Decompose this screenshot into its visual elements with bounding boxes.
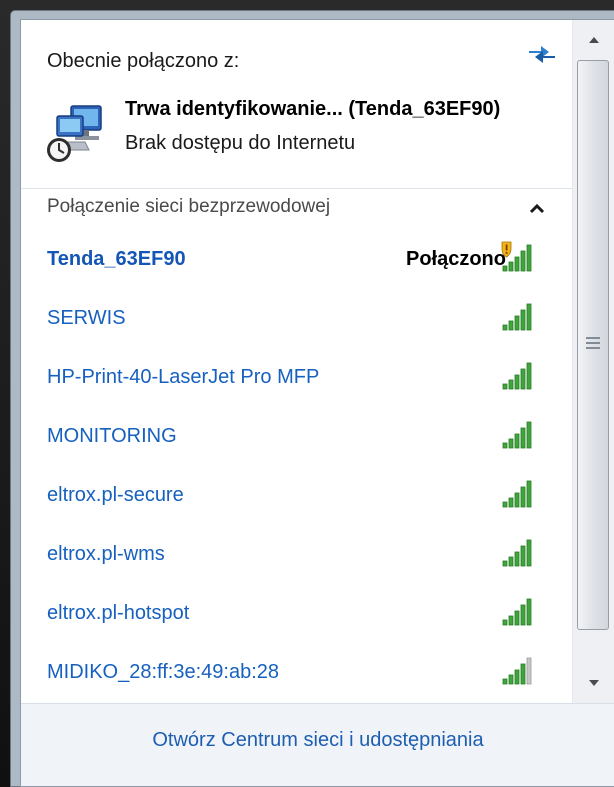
signal-bar (502, 442, 508, 449)
thumb-grip (586, 347, 600, 349)
network-ssid: eltrox.pl-hotspot (47, 602, 190, 624)
signal-bar (508, 379, 514, 390)
network-ssid: eltrox.pl-wms (47, 543, 165, 565)
internet-access-status: Brak dostępu do Internetu (125, 132, 356, 154)
wireless-network-item[interactable]: eltrox.pl-hotspot (21, 586, 572, 644)
wireless-network-item[interactable]: HP-Print-40-LaserJet Pro MFP (21, 350, 572, 408)
signal-bar (508, 438, 514, 449)
wifi-signal-icon (502, 421, 532, 449)
signal-bar (520, 250, 526, 272)
network-ssid: Tenda_63EF90 (47, 248, 186, 270)
signal-bar (520, 663, 526, 685)
network-list-viewport: Obecnie połączono z: Trwa identyfikowani… (21, 20, 572, 703)
network-ssid: SERWIS (47, 307, 126, 329)
network-ssid: eltrox.pl-secure (47, 484, 184, 506)
wifi-signal-icon (502, 362, 532, 390)
network-ssid: MIDIKO_28:ff:3e:49:ab:28 (47, 661, 280, 683)
open-network-center-link[interactable]: Otwórz Centrum sieci i udostępniania (21, 729, 614, 752)
signal-bar (508, 674, 514, 685)
thumb-grip (586, 337, 600, 339)
signal-bar (526, 244, 532, 272)
wifi-signal-icon (502, 598, 532, 626)
wifi-signal-icon (502, 657, 532, 685)
signal-bar (508, 320, 514, 331)
signal-bar (526, 421, 532, 449)
wireless-network-item[interactable]: eltrox.pl-wms (21, 527, 572, 585)
signal-bar (520, 604, 526, 626)
signal-bar (514, 433, 520, 449)
signal-bar (514, 610, 520, 626)
signal-bar (502, 678, 508, 685)
wifi-signal-icon (502, 539, 532, 567)
wireless-network-item[interactable]: Tenda_63EF90 Połączono (21, 232, 572, 290)
signal-bar (502, 501, 508, 508)
signal-bar (508, 556, 514, 567)
signal-bar (502, 619, 508, 626)
signal-bar (526, 539, 532, 567)
connected-network-name: Trwa identyfikowanie... (Tenda_63EF90) (125, 98, 501, 120)
refresh-arrows-icon[interactable] (525, 39, 559, 69)
flyout-footer: Otwórz Centrum sieci i udostępniania (21, 703, 614, 786)
shield-warning-icon (501, 241, 512, 258)
signal-bar (514, 315, 520, 331)
network-ssid: HP-Print-40-LaserJet Pro MFP (47, 366, 320, 388)
signal-bar (526, 480, 532, 508)
vertical-scrollbar[interactable] (572, 20, 614, 703)
signal-bar (526, 303, 532, 331)
network-ssid: MONITORING (47, 425, 177, 447)
network-unidentified-icon (47, 105, 102, 162)
signal-bar (526, 362, 532, 390)
signal-bar (514, 374, 520, 390)
wireless-network-item[interactable]: MONITORING (21, 409, 572, 467)
wireless-network-item[interactable]: SERWIS (21, 291, 572, 349)
chevron-up-icon[interactable] (523, 198, 551, 220)
wireless-section-title: Połączenie sieci bezprzewodowej (47, 196, 331, 217)
network-connection-state: Połączono (405, 248, 506, 270)
wireless-network-item[interactable]: eltrox.pl-secure (21, 468, 572, 526)
signal-bar (502, 265, 508, 272)
signal-bar (520, 309, 526, 331)
network-flyout: Obecnie połączono z: Trwa identyfikowani… (20, 19, 614, 787)
signal-bar (508, 497, 514, 508)
signal-bar (514, 669, 520, 685)
signal-bar (526, 598, 532, 626)
scrollbar-thumb[interactable] (577, 60, 609, 630)
signal-bar (502, 560, 508, 567)
signal-bar (508, 615, 514, 626)
signal-bar (514, 256, 520, 272)
signal-bar (508, 261, 514, 272)
thumb-grip (586, 342, 600, 344)
signal-bar (502, 324, 508, 331)
wifi-signal-icon (502, 480, 532, 508)
signal-bar (520, 545, 526, 567)
scroll-up-arrow-icon[interactable] (573, 20, 614, 58)
wifi-signal-icon (501, 241, 532, 272)
signal-bar (502, 383, 508, 390)
wifi-signal-icon (502, 303, 532, 331)
section-divider (21, 188, 572, 189)
signal-bar (520, 427, 526, 449)
wireless-network-item[interactable]: MIDIKO_28:ff:3e:49:ab:28 (21, 645, 572, 703)
scroll-down-arrow-icon[interactable] (573, 665, 614, 703)
current-connection-heading: Obecnie połączono z: (47, 50, 240, 72)
signal-bar (526, 657, 532, 685)
signal-bar (520, 486, 526, 508)
signal-bar (514, 492, 520, 508)
signal-bar (514, 551, 520, 567)
signal-bar (520, 368, 526, 390)
